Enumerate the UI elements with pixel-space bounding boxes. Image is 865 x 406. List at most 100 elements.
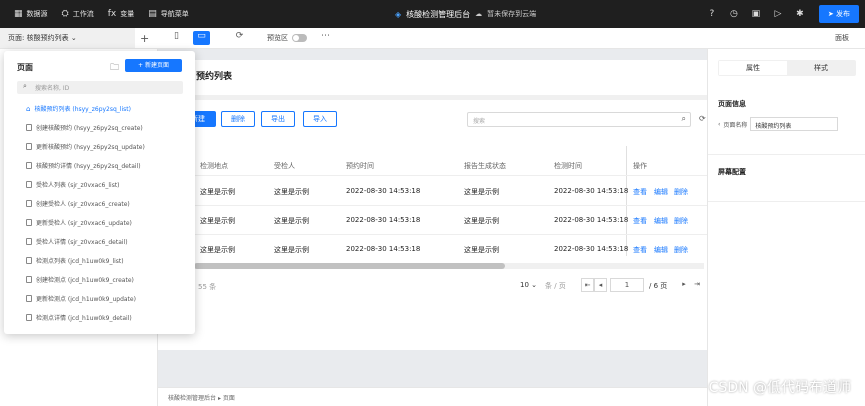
send-icon: ➤ — [827, 10, 836, 18]
delete-link[interactable]: 删除 — [674, 216, 688, 226]
save-icon[interactable]: ▣ — [745, 9, 767, 19]
page-list-popover: 页面 🗀 + 新建页面 ⌕ 搜索名称, ID ⌂ 核酸预约列表 (hsyy_z6p… — [4, 51, 195, 334]
publish-label: 发布 — [836, 10, 850, 18]
page-list-item[interactable]: 检测点列表 (jcd_h1uw0k9_list) — [26, 256, 124, 265]
edit-link[interactable]: 编辑 — [654, 216, 668, 226]
first-page-icon[interactable]: ⇤ — [581, 278, 594, 292]
view-link[interactable]: 查看 — [633, 245, 647, 255]
new-page-button[interactable]: + 新建页面 — [125, 59, 182, 72]
rotate-icon[interactable]: ⟳ — [231, 31, 248, 45]
per-page-label: 条 / 页 — [545, 282, 566, 290]
cell-person: 这里是示例 — [274, 217, 309, 225]
page-size-select[interactable]: 10 ⌄ — [520, 281, 537, 289]
page-icon — [26, 219, 32, 226]
page-search-placeholder: 搜索名称, ID — [35, 85, 70, 92]
page-list-item[interactable]: 创建核酸预约 (hsyy_z6py2sq_create) — [26, 123, 143, 132]
design-canvas: 预约列表 新建 删除 导出 导入 搜索 ⌕ ⟳ 检测地点 受检人 预约时间 报告… — [158, 49, 707, 390]
folder-icon[interactable]: 🗀 — [110, 60, 119, 76]
page-list-item[interactable]: 更新受检人 (sjr_z0vxac6_update) — [26, 218, 132, 227]
breadcrumb-root[interactable]: 核酸检测管理后台 — [168, 395, 216, 402]
app-title-area: ◈ 核酸检测管理后台 ☁ 暂未保存到云端 — [395, 0, 536, 28]
desktop-icon[interactable]: ▭ — [193, 31, 210, 45]
publish-button[interactable]: ➤ 发布 — [818, 5, 859, 23]
tab-properties[interactable]: 属性 — [719, 61, 787, 75]
export-button[interactable]: 导出 — [261, 111, 295, 127]
next-page-icon[interactable]: ▸ — [678, 278, 690, 292]
workflow-icon: ⛭ — [61, 9, 69, 19]
page-list-item-label: 创建核酸预约 (hsyy_z6py2sq_create) — [36, 125, 143, 132]
row-divider — [194, 205, 707, 206]
page-list-item-label: 创建检测点 (jcd_h1uw0k9_create) — [36, 277, 134, 284]
list-card: 预约列表 新建 删除 导出 导入 搜索 ⌕ ⟳ 检测地点 受检人 预约时间 报告… — [158, 60, 707, 350]
cell-time: 2022-08-30 14:53:18 — [346, 245, 421, 253]
add-page-icon[interactable]: + — [140, 32, 149, 45]
column-header[interactable]: 受检人 — [274, 161, 295, 171]
page-list-item-label: 更新受检人 (sjr_z0vxac6_update) — [36, 220, 132, 227]
page-name-input[interactable]: 核酸预约列表 — [750, 117, 839, 131]
cell-status: 这里是示例 — [464, 217, 499, 225]
horizontal-scrollbar[interactable] — [194, 263, 704, 269]
delete-link[interactable]: 删除 — [674, 245, 688, 255]
nav-menu-icon: ▤ — [148, 9, 157, 19]
page-list-item[interactable]: ⌂ 核酸预约列表 (hsyy_z6py2sq_list) — [26, 104, 131, 114]
column-header[interactable]: 报告生成状态 — [464, 161, 506, 171]
page-icon — [26, 238, 32, 245]
help-icon[interactable]: ? — [701, 9, 723, 19]
editor-toolbar: 页面: 核酸预约列表 ⌄ + ▯ ▭ ⟳ 预览区 ⋯ 面板 — [0, 28, 865, 49]
column-header[interactable]: 检测地点 — [200, 161, 228, 171]
search-input[interactable]: 搜索 ⌕ — [467, 112, 691, 127]
column-header: 操作 — [633, 162, 647, 170]
cell-place: 这里是示例 — [200, 246, 235, 254]
prev-page-icon[interactable]: ◂ — [594, 278, 607, 292]
page-title: 预约列表 — [196, 72, 233, 82]
column-header[interactable]: 检测时间 — [554, 161, 582, 171]
page-name-field: ‹ 页面名称 核酸预约列表 — [718, 117, 839, 131]
delete-link[interactable]: 删除 — [674, 187, 688, 197]
panel-toggle[interactable]: 面板 — [835, 33, 849, 43]
import-button[interactable]: 导入 — [303, 111, 337, 127]
view-link[interactable]: 查看 — [633, 187, 647, 197]
page-list-item-label: 受检人详情 (sjr_z0vxac6_detail) — [36, 239, 128, 246]
watermark: CSDN @低代码布道师 — [708, 380, 851, 396]
page-icon — [26, 181, 32, 188]
history-icon[interactable]: ◷ — [723, 9, 745, 19]
more-icon[interactable]: ⋯ — [321, 31, 330, 41]
edit-link[interactable]: 编辑 — [654, 245, 668, 255]
preview-toggle[interactable]: 预览区 — [267, 33, 307, 43]
workflow-menu[interactable]: ⛭ 工作流 — [62, 9, 94, 19]
search-icon[interactable]: ⌕ — [682, 114, 686, 124]
page-list-item[interactable]: 更新核酸预约 (hsyy_z6py2sq_update) — [26, 142, 145, 151]
total-count: 55 条 — [198, 283, 217, 291]
column-header[interactable]: 预约时间 — [346, 161, 374, 171]
page-search-input[interactable]: ⌕ 搜索名称, ID — [17, 81, 183, 94]
page-list-item[interactable]: 更新检测点 (jcd_h1uw0k9_update) — [26, 294, 136, 303]
variables-label: 变量 — [120, 10, 135, 18]
cell-person: 这里是示例 — [274, 246, 309, 254]
view-link[interactable]: 查看 — [633, 216, 647, 226]
delete-button[interactable]: 删除 — [221, 111, 255, 127]
page-selector[interactable]: 页面: 核酸预约列表 ⌄ — [0, 28, 135, 48]
datasource-menu[interactable]: ▦ 数据源 — [14, 9, 48, 19]
page-list-item[interactable]: 受检人详情 (sjr_z0vxac6_detail) — [26, 237, 128, 246]
edit-link[interactable]: 编辑 — [654, 187, 668, 197]
page-number-input[interactable]: 1 — [610, 278, 644, 292]
tab-styles[interactable]: 样式 — [787, 61, 855, 75]
scrollbar-thumb[interactable] — [194, 263, 506, 269]
page-list-item[interactable]: 创建检测点 (jcd_h1uw0k9_create) — [26, 275, 134, 284]
play-icon[interactable]: ▷ — [767, 9, 789, 19]
page-list-item-label: 创建受检人 (sjr_z0vxac6_create) — [36, 201, 130, 208]
mobile-icon[interactable]: ▯ — [168, 31, 185, 45]
page-list-item[interactable]: 创建受检人 (sjr_z0vxac6_create) — [26, 199, 130, 208]
last-page-icon[interactable]: ⇥ — [691, 278, 703, 292]
page-icon — [26, 257, 32, 264]
refresh-icon[interactable]: ⟳ — [699, 114, 706, 123]
toggle-switch[interactable] — [292, 34, 307, 42]
page-list-item[interactable]: 受检人列表 (sjr_z0vxac6_list) — [26, 180, 120, 189]
page-list-item[interactable]: 检测点详情 (jcd_h1uw0k9_detail) — [26, 313, 132, 322]
bug-icon[interactable]: ✱ — [789, 9, 811, 19]
home-icon: ⌂ — [26, 104, 31, 113]
page-list-item[interactable]: 核酸预约详情 (hsyy_z6py2sq_detail) — [26, 161, 141, 170]
page-info-title: 页面信息 — [718, 100, 746, 108]
nav-menu-menu[interactable]: ▤ 导航菜单 — [148, 9, 189, 19]
variables-menu[interactable]: fx 变量 — [108, 9, 135, 19]
